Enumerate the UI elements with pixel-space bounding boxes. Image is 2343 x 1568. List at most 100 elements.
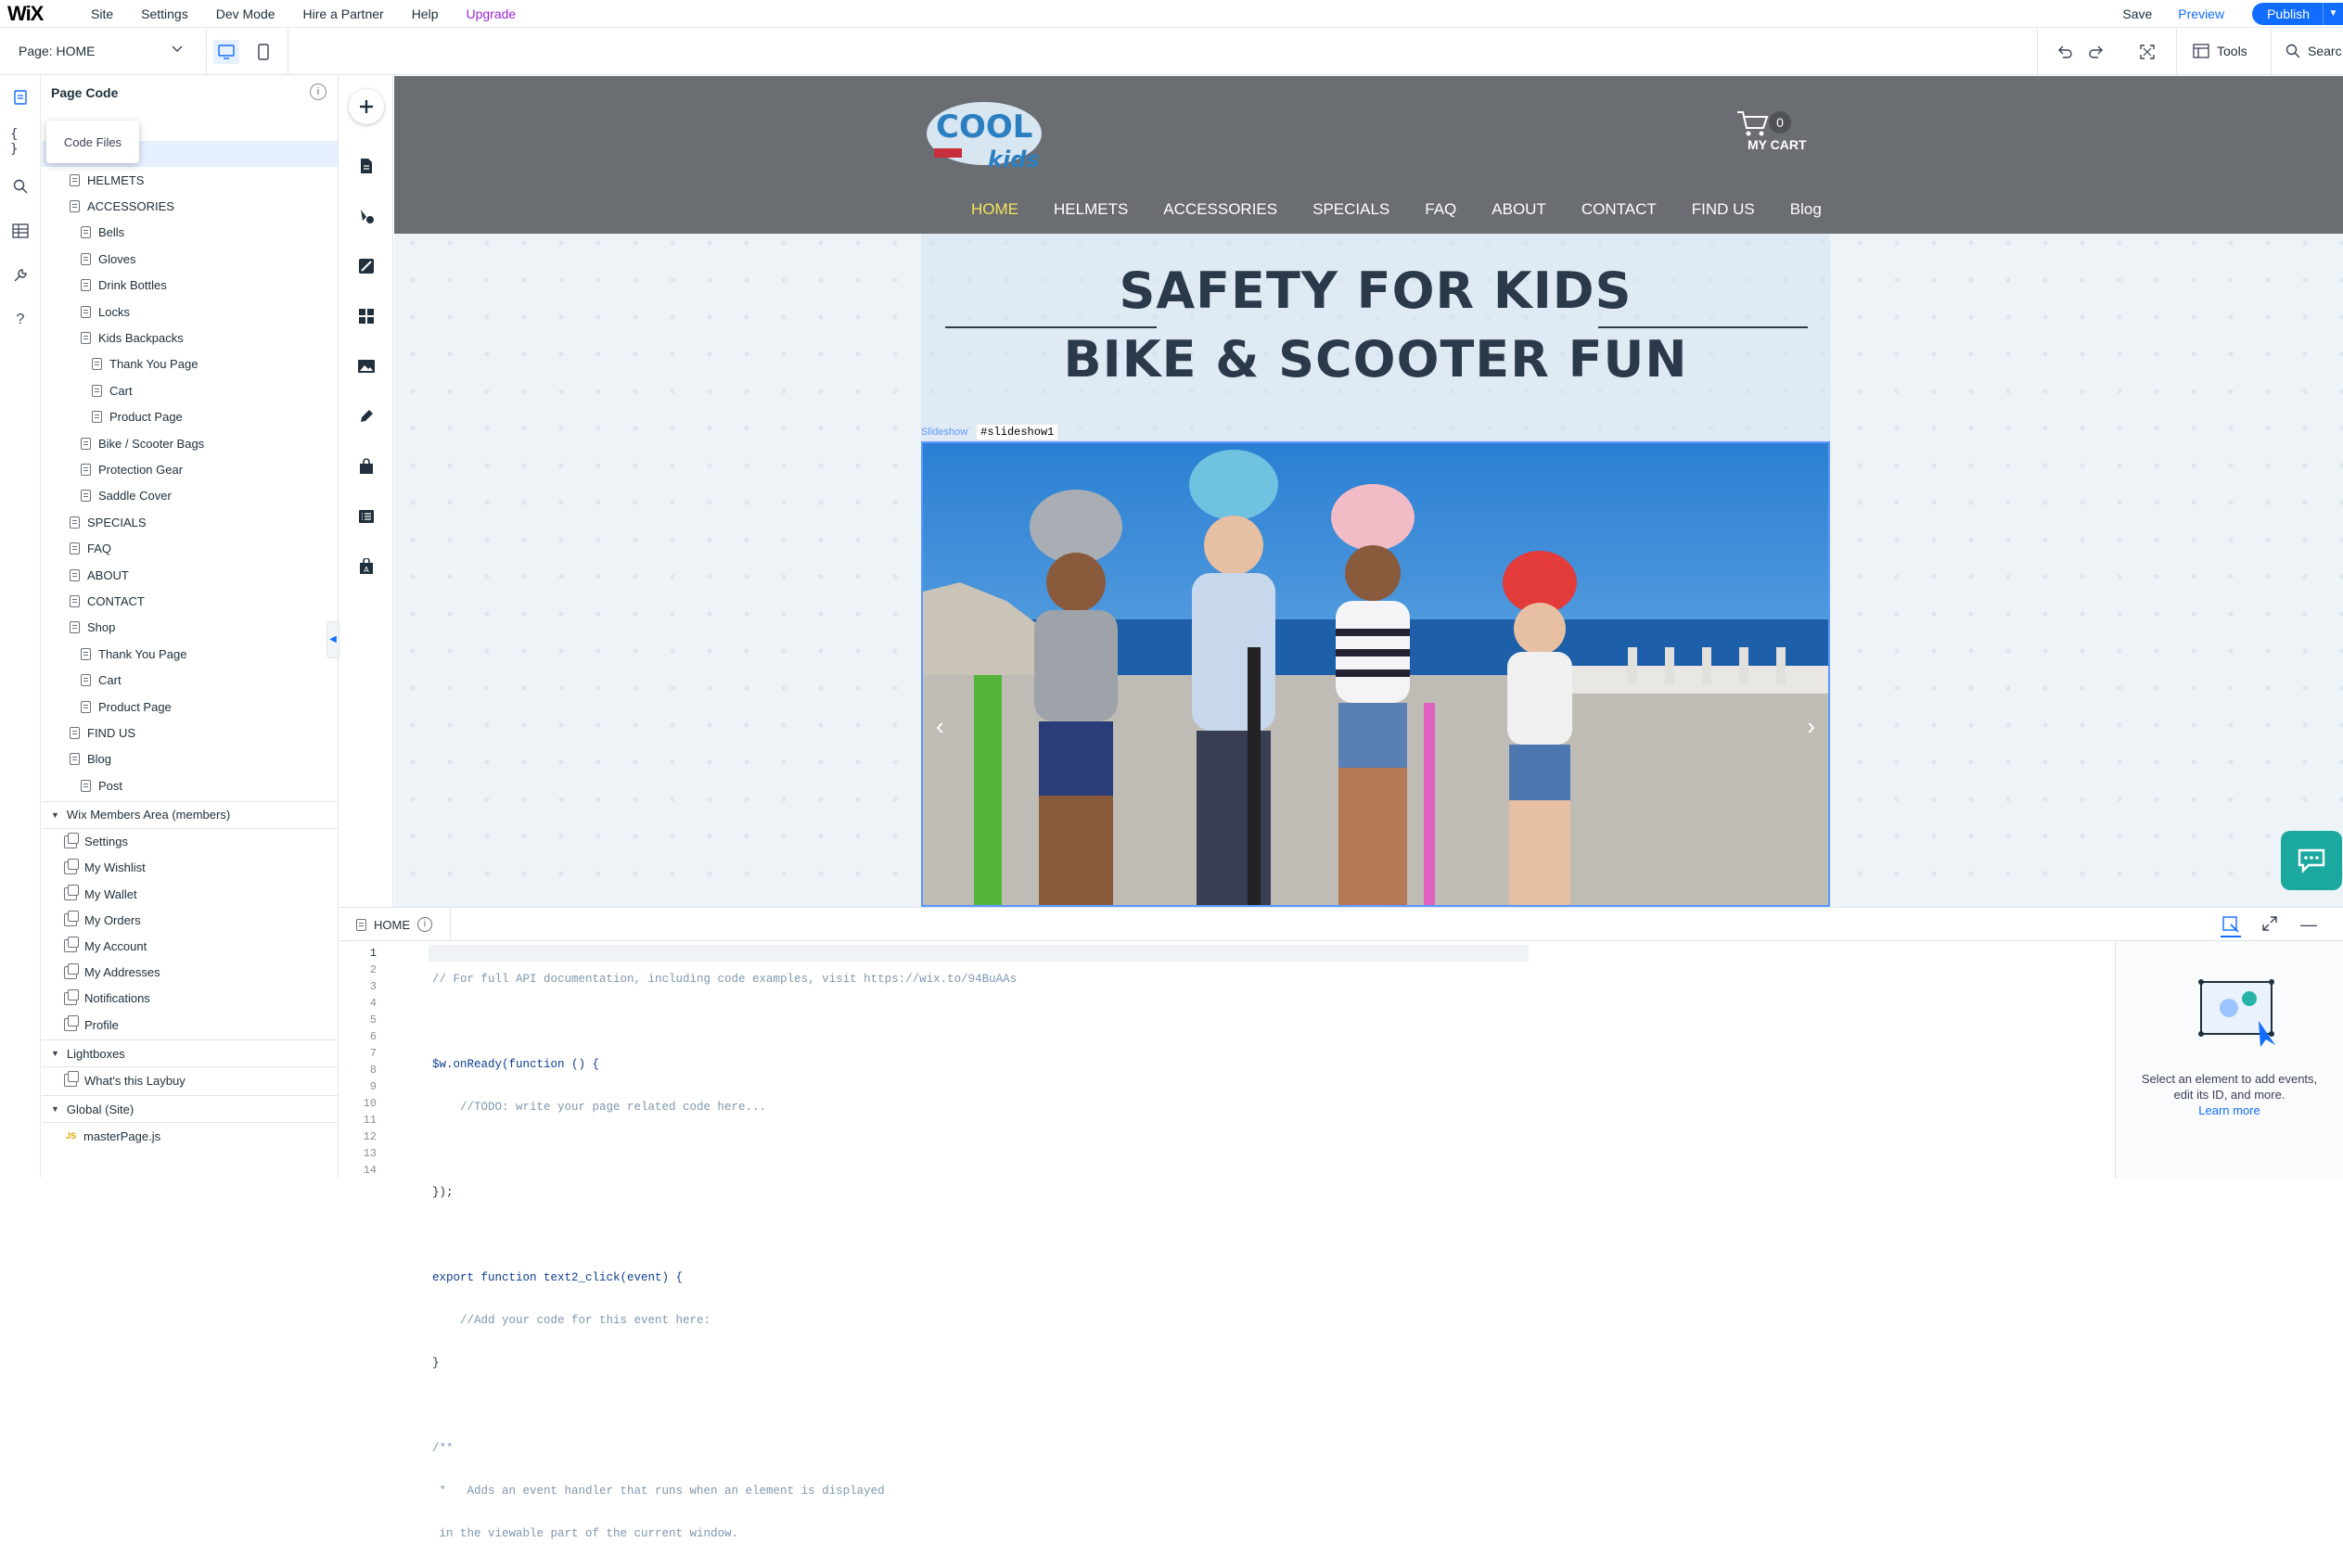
mobile-view-icon[interactable] bbox=[256, 40, 271, 64]
member-page-item[interactable]: My Account bbox=[64, 933, 147, 959]
nav-contact[interactable]: CONTACT bbox=[1581, 200, 1657, 219]
hero-heading-2[interactable]: BIKE & SCOOTER FUN bbox=[921, 330, 1830, 389]
page-item[interactable]: Kids Backpacks bbox=[81, 325, 184, 351]
page-item[interactable]: Thank You Page bbox=[81, 641, 186, 667]
page-selector[interactable]: Page: HOME bbox=[19, 44, 95, 58]
page-item[interactable]: Product Page bbox=[81, 694, 172, 720]
menu-dev-mode[interactable]: Dev Mode bbox=[216, 6, 275, 21]
member-page-item[interactable]: Profile bbox=[64, 1012, 119, 1038]
learn-more-link[interactable]: Learn more bbox=[2116, 1103, 2343, 1118]
redo-icon[interactable] bbox=[2087, 44, 2106, 63]
page-item[interactable]: Bells bbox=[81, 220, 124, 246]
page-item[interactable]: Bike / Scooter Bags bbox=[81, 430, 204, 456]
nav-specials[interactable]: SPECIALS bbox=[1312, 200, 1389, 219]
app-market-icon[interactable]: A bbox=[354, 555, 378, 579]
editor-canvas[interactable]: COOL kids 0 MY CART HOME HELMETS ACCESSO… bbox=[394, 76, 2343, 907]
page-item[interactable]: Gloves bbox=[81, 246, 135, 272]
nav-accessories[interactable]: ACCESSORIES bbox=[1163, 200, 1277, 219]
save-button[interactable]: Save bbox=[2122, 6, 2152, 21]
design-icon[interactable] bbox=[354, 204, 378, 228]
slideshow-id[interactable]: #slideshow1 bbox=[977, 425, 1058, 440]
chevron-down-icon[interactable] bbox=[171, 42, 184, 57]
cart-icon[interactable] bbox=[1735, 109, 1769, 140]
page-item[interactable]: Locks bbox=[81, 299, 130, 325]
section-members-area[interactable]: ▼ Wix Members Area (members) bbox=[42, 800, 338, 829]
help-icon[interactable]: ? bbox=[10, 310, 31, 330]
tools-button[interactable]: Tools bbox=[2193, 44, 2247, 58]
preview-button[interactable]: Preview bbox=[2178, 6, 2224, 21]
page-item[interactable]: Cart bbox=[81, 668, 122, 694]
member-page-item[interactable]: Settings bbox=[64, 829, 128, 855]
database-icon[interactable] bbox=[10, 221, 31, 241]
cms-list-icon[interactable] bbox=[354, 504, 378, 529]
member-page-item[interactable]: My Orders bbox=[64, 907, 141, 933]
chat-icon[interactable] bbox=[2281, 831, 2342, 890]
section-lightboxes[interactable]: ▼ Lightboxes bbox=[42, 1039, 338, 1068]
menu-upgrade[interactable]: Upgrade bbox=[466, 6, 516, 21]
global-file-item[interactable]: JS masterPage.js bbox=[66, 1123, 160, 1149]
zoom-fit-icon[interactable] bbox=[2139, 44, 2156, 63]
page-item[interactable]: HELMETS bbox=[70, 167, 144, 193]
background-icon[interactable] bbox=[354, 254, 378, 278]
add-elements-icon[interactable] bbox=[349, 89, 384, 124]
menu-help[interactable]: Help bbox=[412, 6, 439, 21]
page-item[interactable]: Protection Gear bbox=[81, 456, 183, 482]
page-item[interactable]: ACCESSORIES bbox=[70, 193, 174, 219]
page-item[interactable]: FAQ bbox=[70, 536, 111, 562]
page-item[interactable]: Post bbox=[81, 772, 122, 798]
menu-settings[interactable]: Settings bbox=[141, 6, 188, 21]
slideshow[interactable]: ‹ › bbox=[921, 441, 1830, 907]
apps-icon[interactable] bbox=[354, 304, 378, 328]
pages-icon[interactable] bbox=[354, 154, 378, 178]
nav-about[interactable]: ABOUT bbox=[1492, 200, 1546, 219]
nav-faq[interactable]: FAQ bbox=[1425, 200, 1456, 219]
collapse-panel-icon[interactable]: ◀ bbox=[326, 621, 339, 658]
page-item[interactable]: Saddle Cover bbox=[81, 483, 172, 509]
section-global-site[interactable]: ▼ Global (Site) bbox=[42, 1095, 338, 1124]
properties-panel-icon[interactable] bbox=[2221, 915, 2241, 937]
info-icon[interactable]: i bbox=[417, 917, 432, 932]
lightbox-item[interactable]: What's this Laybuy bbox=[64, 1067, 186, 1093]
page-item[interactable]: Drink Bottles bbox=[81, 273, 167, 299]
page-item[interactable]: FIND US bbox=[70, 720, 135, 746]
search-button[interactable]: Searc bbox=[2285, 44, 2342, 58]
page-code-icon[interactable] bbox=[10, 87, 31, 108]
page-item[interactable]: CONTACT bbox=[70, 588, 145, 614]
tools-wrench-icon[interactable] bbox=[10, 265, 31, 286]
media-icon[interactable] bbox=[354, 354, 378, 378]
code-area[interactable]: // For full API documentation, including… bbox=[432, 945, 1527, 1568]
menu-site[interactable]: Site bbox=[91, 6, 113, 21]
code-files-icon[interactable]: { } bbox=[10, 127, 31, 157]
nav-find-us[interactable]: FIND US bbox=[1692, 200, 1755, 219]
member-page-item[interactable]: My Addresses bbox=[64, 960, 160, 986]
page-item[interactable]: Thank You Page bbox=[92, 351, 198, 377]
member-page-item[interactable]: My Wallet bbox=[64, 881, 137, 907]
slide-next-icon[interactable]: › bbox=[1807, 712, 1815, 741]
tab-home[interactable]: HOME i bbox=[339, 908, 451, 941]
blog-pen-icon[interactable] bbox=[354, 404, 378, 428]
site-header[interactable]: COOL kids 0 MY CART HOME HELMETS ACCESSO… bbox=[394, 76, 2343, 234]
page-item[interactable]: SPECIALS bbox=[70, 509, 147, 535]
nav-home[interactable]: HOME bbox=[971, 200, 1018, 219]
publish-dropdown-icon[interactable]: ▼ bbox=[2323, 3, 2343, 25]
info-icon[interactable]: i bbox=[310, 83, 326, 100]
hero-heading-1[interactable]: SAFETY FOR KIDS bbox=[921, 261, 1830, 320]
member-page-item[interactable]: My Wishlist bbox=[64, 855, 146, 881]
page-item[interactable]: Shop bbox=[70, 615, 115, 641]
search-icon[interactable] bbox=[10, 176, 31, 197]
wix-logo[interactable]: WiX bbox=[7, 2, 63, 26]
store-bag-icon[interactable] bbox=[354, 454, 378, 478]
page-item[interactable]: Blog bbox=[70, 746, 111, 772]
cool-kids-logo[interactable]: COOL kids bbox=[923, 93, 1047, 176]
minimize-icon[interactable]: — bbox=[2300, 915, 2317, 935]
publish-button[interactable]: Publish bbox=[2252, 3, 2323, 25]
undo-icon[interactable] bbox=[2055, 44, 2074, 63]
slide-prev-icon[interactable]: ‹ bbox=[936, 712, 944, 741]
cart-label[interactable]: MY CART bbox=[1748, 137, 1807, 152]
page-item[interactable]: ABOUT bbox=[70, 562, 129, 588]
expand-icon[interactable] bbox=[2261, 915, 2278, 935]
member-page-item[interactable]: Notifications bbox=[64, 986, 150, 1012]
page-item[interactable]: Product Page bbox=[92, 404, 183, 430]
menu-hire-a-partner[interactable]: Hire a Partner bbox=[303, 6, 384, 21]
desktop-view-icon[interactable] bbox=[213, 40, 239, 64]
